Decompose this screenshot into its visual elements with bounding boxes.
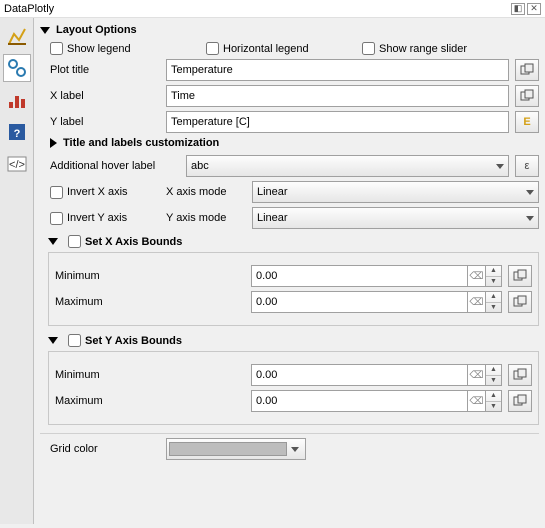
close-button[interactable]: ✕ (527, 3, 541, 15)
chevron-down-icon (526, 216, 534, 221)
content-panel: Layout Options Show legend Horizontal le… (34, 18, 545, 524)
x-bounds-box: Minimum ⌫▲▼ Maximum ⌫▲▼ (48, 252, 539, 326)
y-max-label: Maximum (55, 395, 245, 407)
grid-color-button[interactable] (166, 438, 306, 460)
set-y-bounds-checkbox[interactable] (68, 334, 81, 347)
y-min-clear-button[interactable]: ⌫ (468, 364, 486, 386)
set-x-bounds-header[interactable]: Set X Axis Bounds (48, 235, 539, 248)
y-bounds-box: Minimum ⌫▲▼ Maximum ⌫▲▼ (48, 351, 539, 425)
sidebar-help-icon[interactable]: ? (3, 118, 31, 146)
y-min-input[interactable] (251, 364, 468, 386)
layout-options-header[interactable]: Layout Options (40, 24, 539, 36)
sidebar-plot-icon[interactable] (3, 22, 31, 50)
show-legend-checkbox[interactable] (50, 42, 63, 55)
y-max-spinner[interactable]: ▲▼ (486, 390, 502, 412)
y-min-label: Minimum (55, 369, 245, 381)
x-label-label: X label (50, 90, 160, 102)
y-label-input[interactable] (166, 111, 509, 133)
title-customization-header[interactable]: Title and labels customization (50, 137, 539, 149)
x-max-clear-button[interactable]: ⌫ (468, 291, 486, 313)
y-max-override-button[interactable] (508, 390, 532, 412)
x-axis-mode-label: X axis mode (166, 186, 246, 198)
x-axis-mode-combo[interactable]: Linear (252, 181, 539, 203)
x-min-override-button[interactable] (508, 265, 532, 287)
sidebar: ? </> (0, 18, 34, 524)
show-legend-label: Show legend (67, 43, 131, 55)
chevron-down-icon (526, 190, 534, 195)
y-min-spinner[interactable]: ▲▼ (486, 364, 502, 386)
set-x-bounds-checkbox[interactable] (68, 235, 81, 248)
x-min-clear-button[interactable]: ⌫ (468, 265, 486, 287)
hover-label-combo[interactable]: abc (186, 155, 509, 177)
chevron-down-icon (287, 443, 303, 455)
grid-color-label: Grid color (50, 443, 160, 455)
title-bar: DataPlotly ◧ ✕ (0, 0, 545, 18)
y-label-label: Y label (50, 116, 160, 128)
horizontal-legend-label: Horizontal legend (223, 43, 309, 55)
svg-text:</>: </> (9, 159, 25, 171)
show-range-slider-checkbox[interactable] (362, 42, 375, 55)
x-label-input[interactable] (166, 85, 509, 107)
svg-text:?: ? (13, 128, 20, 140)
invert-y-label: Invert Y axis (67, 212, 127, 224)
collapse-icon (48, 238, 58, 245)
dock-button[interactable]: ◧ (511, 3, 525, 15)
invert-x-checkbox[interactable] (50, 186, 63, 199)
collapse-icon (48, 337, 58, 344)
sidebar-settings-icon[interactable] (3, 54, 31, 82)
y-axis-mode-label: Y axis mode (166, 212, 246, 224)
invert-y-checkbox[interactable] (50, 212, 63, 225)
y-max-input[interactable] (251, 390, 468, 412)
y-label-expression-button[interactable]: E (515, 111, 539, 133)
plot-title-input[interactable] (166, 59, 509, 81)
plot-title-label: Plot title (50, 64, 160, 76)
plot-title-override-button[interactable] (515, 59, 539, 81)
x-max-label: Maximum (55, 296, 245, 308)
x-max-override-button[interactable] (508, 291, 532, 313)
hover-label-label: Additional hover label (50, 160, 180, 172)
x-max-spinner[interactable]: ▲▼ (486, 291, 502, 313)
x-min-spinner[interactable]: ▲▼ (486, 265, 502, 287)
window-title: DataPlotly (4, 3, 509, 15)
x-min-input[interactable] (251, 265, 468, 287)
x-label-override-button[interactable] (515, 85, 539, 107)
invert-x-label: Invert X axis (67, 186, 128, 198)
sidebar-code-icon[interactable]: </> (3, 150, 31, 178)
set-y-bounds-header[interactable]: Set Y Axis Bounds (48, 334, 539, 347)
separator (40, 433, 539, 434)
expand-icon (50, 138, 57, 148)
chevron-down-icon (496, 164, 504, 169)
show-range-slider-label: Show range slider (379, 43, 467, 55)
hover-epsilon-button[interactable]: ε (515, 155, 539, 177)
grid-color-swatch (169, 442, 287, 456)
x-min-label: Minimum (55, 270, 245, 282)
x-max-input[interactable] (251, 291, 468, 313)
y-axis-mode-combo[interactable]: Linear (252, 207, 539, 229)
horizontal-legend-checkbox[interactable] (206, 42, 219, 55)
collapse-icon (40, 27, 50, 34)
sidebar-layout-icon[interactable] (3, 86, 31, 114)
y-max-clear-button[interactable]: ⌫ (468, 390, 486, 412)
y-min-override-button[interactable] (508, 364, 532, 386)
